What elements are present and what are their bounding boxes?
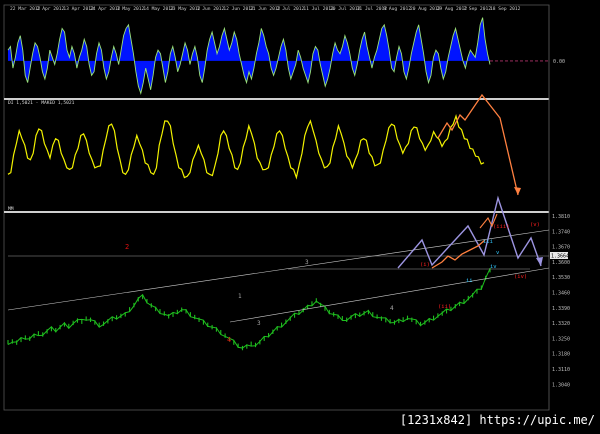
chart-svg: 22 Mar 20122 Apr 201213 Apr 201224 Apr 2… (3, 4, 570, 411)
price-tick-label: 1.3670 (552, 245, 570, 251)
wave-label: (ii) (438, 304, 451, 310)
oscillator-panel (7, 93, 521, 196)
price-tick-label: 1.3530 (552, 275, 570, 281)
wave-label: 4 (227, 336, 231, 344)
wave-label: 1 (238, 293, 242, 300)
wave-label: (iv) (514, 274, 527, 280)
x-axis-dates: 22 Mar 20122 Apr 201213 Apr 201224 Apr 2… (10, 6, 521, 12)
wave-label: iii (483, 239, 493, 245)
orange-projection (431, 239, 486, 269)
wave-label: 3 (257, 320, 261, 327)
x-axis-date-label: 18 Sep 2012 (490, 6, 521, 12)
panel-separator-1 (4, 98, 549, 100)
price-panel (7, 229, 550, 351)
panel3-label: MM (8, 206, 14, 212)
panel-separator-2 (4, 211, 549, 213)
price-tick-label: 1.3810 (552, 214, 570, 220)
last-price-label: 1.3664 (551, 254, 569, 260)
channel-lower (229, 267, 550, 323)
price-tick-label: 1.3180 (552, 352, 570, 358)
wave-label: ii (466, 278, 473, 284)
wave-label: 4 (390, 305, 394, 312)
watermark: [1231x842] https://upic.me/ (396, 412, 598, 428)
price-tick-label: 1.3740 (552, 229, 570, 235)
price-y-axis: 1.3810 1.3740 1.3670 1.3600 1.3530 1.3460 1.33… (550, 214, 570, 388)
wave-label: (iii) (493, 224, 510, 230)
price-tick-label: 1.3110 (552, 367, 570, 373)
price-tick-label: 1.3600 (552, 260, 570, 266)
wave-label: (v) (530, 222, 540, 228)
wave-label: iv (490, 264, 497, 270)
oscillator-line (7, 114, 485, 180)
price-tick-label: 1.3390 (552, 306, 570, 312)
price-line (7, 268, 491, 349)
x-axis-date-label: 1 Jun 2012 (197, 6, 225, 12)
price-tick-label: 1.3250 (552, 336, 570, 342)
x-axis-date-label: 7 Sep 2012 (463, 6, 491, 12)
x-axis-date-label: 9 Aug 2012 (383, 6, 411, 12)
panel2-label: DI 1,5021 - MAKED 1,5021 (8, 100, 75, 106)
price-tick-label: 1.3040 (552, 382, 570, 388)
wave-label: 2 (125, 243, 129, 251)
chart-window: 22 Mar 2012 2 Apr 2012 13 Apr 2012 24 Apr 2… (0, 0, 600, 430)
violet-projection-arrow (536, 257, 543, 266)
price-tick-label: 1.3320 (552, 321, 570, 327)
wave-label: v (496, 250, 500, 256)
oscillator-projection-arrow (514, 187, 521, 195)
wave-label: 3 (305, 259, 309, 266)
wave-label: (i) (420, 262, 430, 268)
histogram-panel: 0.00 (7, 17, 565, 96)
histogram-zero-label: 0.00 (553, 59, 565, 65)
x-axis-date-label: 3 May 2012 (117, 6, 145, 12)
x-axis-date-label: 2 Apr 2012 (37, 6, 65, 12)
oscillator-projection (437, 93, 519, 196)
wave-projections (397, 195, 543, 269)
price-tick-label: 1.3460 (552, 291, 570, 297)
x-axis-date-label: 2 Jul 2012 (277, 6, 305, 12)
violet-projection (397, 195, 542, 269)
